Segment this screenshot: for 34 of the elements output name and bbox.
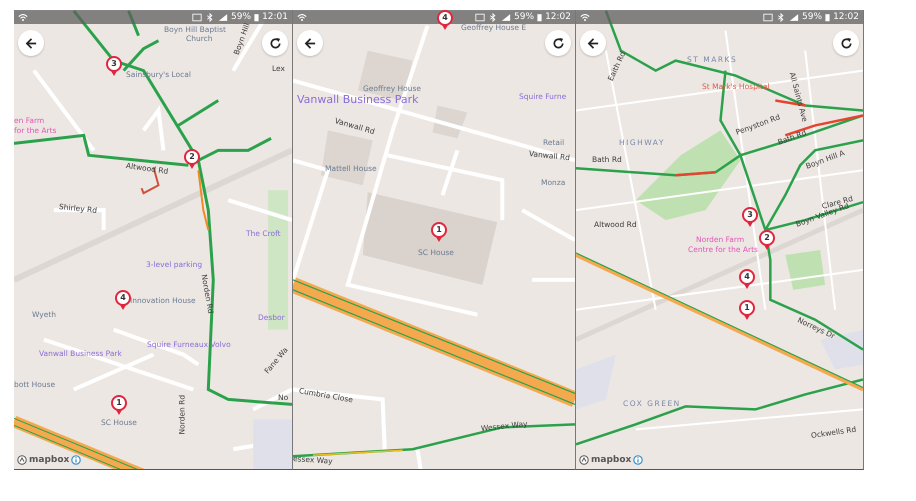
mapbox-logo-icon (17, 455, 27, 465)
signal-icon (789, 12, 800, 22)
signal-icon (501, 12, 512, 22)
status-time: 12:01 (262, 11, 288, 23)
info-icon[interactable] (71, 455, 82, 465)
battery-level: 59% (231, 11, 252, 23)
battery-level: 59% (514, 11, 534, 23)
back-arrow-icon (24, 36, 38, 50)
map-label: Vanwall Business Park (297, 95, 419, 104)
back-arrow-icon (304, 36, 316, 50)
signal-icon (218, 12, 228, 22)
back-arrow-icon (586, 36, 600, 50)
refresh-icon (268, 36, 282, 50)
wifi-icon (297, 12, 307, 22)
cast-icon (475, 12, 486, 22)
info-icon[interactable] (633, 455, 644, 465)
battery-icon (537, 12, 542, 22)
refresh-icon (552, 36, 564, 50)
battery-level: 59% (802, 11, 822, 23)
bluetooth-icon (205, 12, 216, 22)
battery-icon (825, 12, 830, 22)
refresh-icon (840, 36, 852, 50)
cast-icon (192, 12, 202, 22)
bluetooth-icon (776, 12, 786, 22)
wifi-icon (580, 12, 590, 22)
bluetooth-icon (488, 12, 498, 22)
battery-icon (254, 12, 260, 22)
wifi-icon (18, 12, 28, 22)
mapbox-attribution: mapbox (29, 455, 70, 465)
cast-icon (763, 12, 774, 22)
status-time: 12:02 (833, 11, 859, 23)
status-time: 12:02 (545, 11, 571, 23)
mapbox-logo-icon (579, 455, 589, 465)
mapbox-attribution: mapbox (591, 455, 632, 465)
